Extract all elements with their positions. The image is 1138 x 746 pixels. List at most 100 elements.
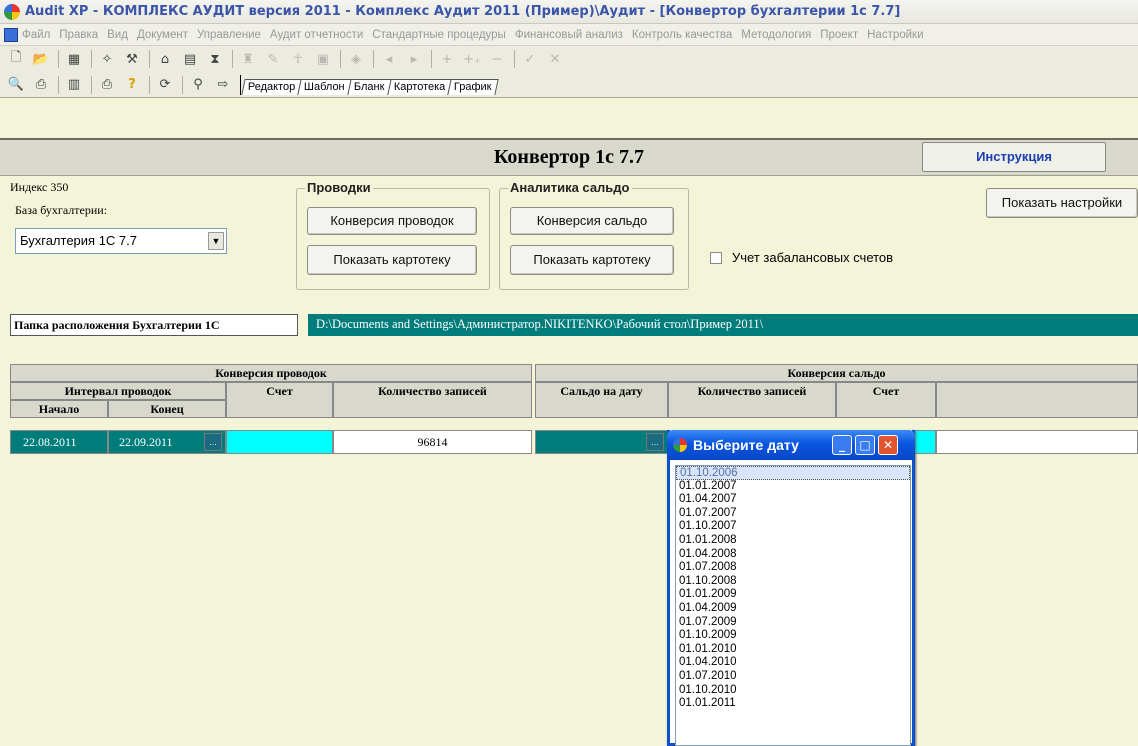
clipboard-icon[interactable]: ▣ <box>313 49 333 69</box>
instruction-button[interactable]: Инструкция <box>922 142 1106 172</box>
convert-entries-button[interactable]: Конверсия проводок <box>307 207 477 235</box>
start-date-cell[interactable]: 22.08.2011 <box>10 430 108 454</box>
date-list-item[interactable]: 01.01.2008 <box>676 534 910 548</box>
binoculars-icon[interactable]: ⚲ <box>188 75 208 95</box>
date-list-item[interactable]: 01.10.2009 <box>676 629 910 643</box>
add-sub-icon[interactable]: +₊ <box>462 49 482 69</box>
minimize-icon[interactable]: _ <box>832 435 852 455</box>
menu-file[interactable]: Файл <box>22 29 50 41</box>
print-icon[interactable]: ⎙ <box>31 75 51 95</box>
tab-editor[interactable]: Редактор <box>241 78 303 95</box>
toolbar-secondary: 🔍 ⎙ ▥ ⎙ ? ⟳ ⚲ ⇨ Редактор Шаблон Бланк Ка… <box>0 72 1138 98</box>
menu-financial-analysis[interactable]: Финансовый анализ <box>515 29 623 41</box>
tab-card-index[interactable]: Картотека <box>386 78 452 95</box>
date-list-item[interactable]: 01.10.2008 <box>676 575 910 589</box>
show-entries-card-button[interactable]: Показать картотеку <box>307 245 477 275</box>
menu-audit-reporting[interactable]: Аудит отчетности <box>270 29 363 41</box>
cancel-icon[interactable]: ✕ <box>545 49 565 69</box>
date-list-item[interactable]: 01.04.2010 <box>676 656 910 670</box>
menu-settings[interactable]: Настройки <box>867 29 923 41</box>
offbalance-checkbox[interactable] <box>710 252 722 264</box>
date-list-item[interactable]: 01.07.2008 <box>676 561 910 575</box>
runner-icon[interactable]: ☥ <box>288 49 308 69</box>
end-date-picker-button[interactable]: ... <box>204 433 222 451</box>
date-picker-titlebar[interactable]: Выберите дату _ □ ✕ <box>667 430 915 460</box>
balance-date-picker-button[interactable]: ... <box>646 433 664 451</box>
table-icon[interactable]: ▤ <box>180 49 200 69</box>
close-icon[interactable]: ✕ <box>878 435 898 455</box>
show-settings-button[interactable]: Показать настройки <box>986 188 1138 218</box>
menu-standard-procedures[interactable]: Стандартные процедуры <box>372 29 506 41</box>
date-list[interactable]: 01.10.2006 01.01.2007 01.04.2007 01.07.2007… <box>675 465 911 746</box>
hammer-icon[interactable]: ⚒ <box>122 49 142 69</box>
document-icon[interactable] <box>4 27 18 42</box>
next-icon[interactable]: ▸ <box>404 49 424 69</box>
pen-icon[interactable]: ✎ <box>263 49 283 69</box>
date-list-item[interactable]: 01.10.2007 <box>676 520 910 534</box>
date-list-item[interactable]: 01.01.2011 <box>676 697 910 711</box>
help-icon[interactable]: ? <box>122 75 142 95</box>
tab-template-label: Шаблон <box>304 80 346 93</box>
app-logo-icon <box>4 3 20 20</box>
preview-icon[interactable]: 🔍 <box>6 75 26 95</box>
base-select-value: Бухгалтерия 1С 7.7 <box>20 233 137 248</box>
toolbar-separator <box>373 50 374 68</box>
maximize-icon[interactable]: □ <box>855 435 875 455</box>
date-picker-title: Выберите дату <box>693 437 799 453</box>
show-balance-card-button[interactable]: Показать картотеку <box>510 245 674 275</box>
save-icon[interactable]: ▥ <box>64 75 84 95</box>
tab-form-label: Бланк <box>354 80 385 93</box>
hourglass-icon[interactable]: ⧗ <box>205 49 225 69</box>
menu-project[interactable]: Проект <box>820 29 858 41</box>
open-folder-icon[interactable]: 📂 <box>31 49 51 69</box>
date-list-item[interactable]: 01.01.2009 <box>676 588 910 602</box>
menu-edit[interactable]: Правка <box>59 29 98 41</box>
date-list-item[interactable]: 01.01.2007 <box>676 480 910 494</box>
date-list-item[interactable]: 01.07.2009 <box>676 616 910 630</box>
date-list-item[interactable]: 01.04.2009 <box>676 602 910 616</box>
menu-methodology[interactable]: Методология <box>741 29 811 41</box>
menu-quality-control[interactable]: Контроль качества <box>632 29 732 41</box>
new-document-icon[interactable]: 🗋 <box>6 49 26 69</box>
date-list-item[interactable]: 01.07.2007 <box>676 507 910 521</box>
add-icon[interactable]: + <box>437 49 457 69</box>
date-list-item[interactable]: 01.01.2010 <box>676 643 910 657</box>
tab-editor-label: Редактор <box>247 80 296 93</box>
menu-bar: Файл Правка Вид Документ Управление Ауди… <box>0 24 1138 46</box>
date-list-item[interactable]: 01.07.2010 <box>676 670 910 684</box>
toolbar-separator <box>91 50 92 68</box>
printer-icon[interactable]: ⎙ <box>97 75 117 95</box>
account-cell[interactable] <box>226 430 333 454</box>
convert-balance-button[interactable]: Конверсия сальдо <box>510 207 674 235</box>
date-list-item[interactable]: 01.04.2007 <box>676 493 910 507</box>
home-icon[interactable]: ⌂ <box>155 49 175 69</box>
date-list-item[interactable]: 01.10.2006 <box>676 466 910 480</box>
prev-icon[interactable]: ◂ <box>379 49 399 69</box>
menu-management[interactable]: Управление <box>197 29 261 41</box>
tab-chart-label: График <box>453 80 492 93</box>
wizard-icon[interactable]: ✧ <box>97 49 117 69</box>
tab-template[interactable]: Шаблон <box>297 78 352 95</box>
date-list-item[interactable]: 01.04.2008 <box>676 548 910 562</box>
chevron-down-icon[interactable]: ▼ <box>208 232 224 250</box>
refresh-icon[interactable]: ⟳ <box>155 75 175 95</box>
path-input[interactable]: D:\Documents and Settings\Администратор.… <box>308 314 1138 336</box>
menu-document[interactable]: Документ <box>137 29 188 41</box>
menu-view[interactable]: Вид <box>107 29 128 41</box>
remove-icon[interactable]: − <box>487 49 507 69</box>
tab-form[interactable]: Бланк <box>347 78 392 95</box>
toolbar-separator <box>340 50 341 68</box>
base-select[interactable]: Бухгалтерия 1С 7.7 ▼ <box>15 228 227 254</box>
balance-extra-header <box>936 382 1138 418</box>
app-logo-icon <box>673 438 687 452</box>
tab-chart[interactable]: График <box>447 78 499 95</box>
export-icon[interactable]: ⇨ <box>213 75 233 95</box>
balance-group: Аналитика сальдо Конверсия сальдо Показа… <box>499 180 689 290</box>
eraser-icon[interactable]: ◈ <box>346 49 366 69</box>
interval-header: Интервал проводок <box>10 382 226 400</box>
calculator-icon[interactable]: ▦ <box>64 49 84 69</box>
confirm-icon[interactable]: ✓ <box>520 49 540 69</box>
page-header: Конвертор 1с 7.7 Инструкция <box>0 138 1138 176</box>
date-list-item[interactable]: 01.10.2010 <box>676 684 910 698</box>
shirt-icon[interactable]: ♜ <box>238 49 258 69</box>
